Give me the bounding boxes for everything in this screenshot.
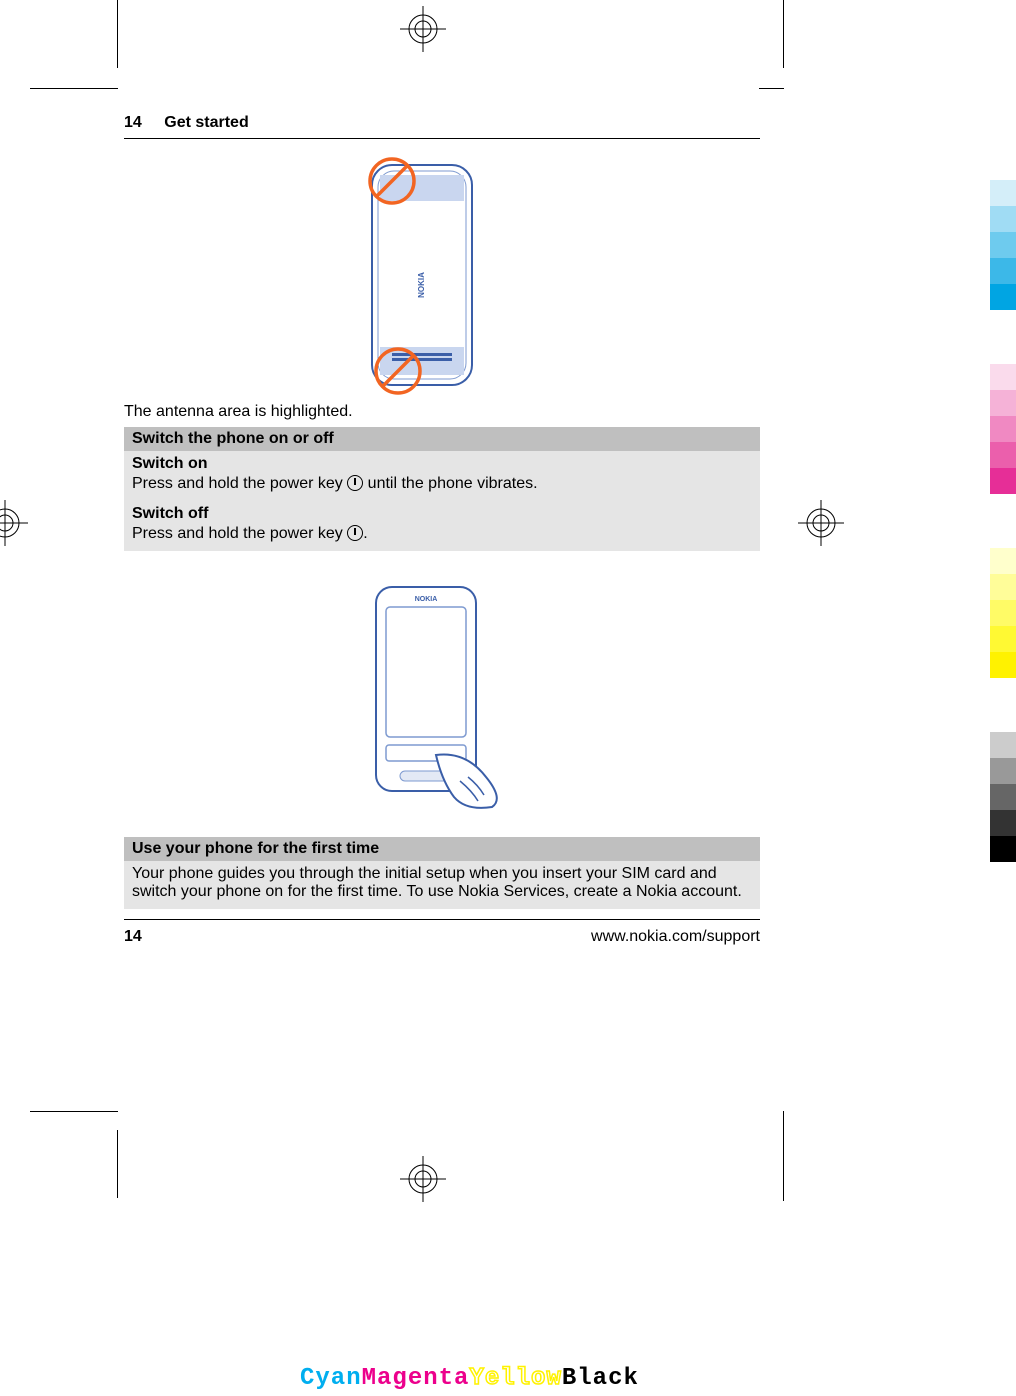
antenna-diagram: NOKIA bbox=[362, 155, 482, 395]
power-icon bbox=[347, 525, 363, 541]
yellow-label: Yellow bbox=[469, 1365, 561, 1392]
switch-on-block: Switch on Press and hold the power key u… bbox=[124, 451, 760, 501]
color-swatch bbox=[990, 600, 1016, 626]
switch-off-text-before: Press and hold the power key bbox=[132, 525, 347, 542]
color-swatch bbox=[990, 732, 1016, 758]
crop-mark bbox=[30, 88, 118, 89]
switch-off-block: Switch off Press and hold the power key … bbox=[124, 501, 760, 551]
phone-touch-diagram: NOKIA bbox=[346, 581, 516, 811]
svg-text:NOKIA: NOKIA bbox=[415, 596, 438, 603]
color-swatch bbox=[990, 180, 1016, 206]
switch-on-text-after: until the phone vibrates. bbox=[363, 475, 537, 492]
footer-page-number: 14 bbox=[124, 928, 142, 946]
cyan-label: Cyan bbox=[300, 1365, 362, 1392]
crop-mark bbox=[117, 1130, 118, 1198]
color-swatch bbox=[990, 468, 1016, 494]
crop-mark bbox=[117, 0, 118, 68]
color-calibration-bars bbox=[990, 180, 1016, 862]
section-first-time-title: Use your phone for the first time bbox=[124, 837, 760, 861]
power-icon bbox=[347, 475, 363, 491]
svg-text:NOKIA: NOKIA bbox=[417, 272, 426, 298]
color-swatch bbox=[990, 258, 1016, 284]
page-header: 14 Get started bbox=[124, 114, 760, 139]
section-switch-title: Switch the phone on or off bbox=[124, 427, 760, 451]
black-label: Black bbox=[562, 1365, 639, 1392]
crop-mark bbox=[783, 0, 784, 68]
switch-on-text-before: Press and hold the power key bbox=[132, 475, 347, 492]
color-swatch bbox=[990, 442, 1016, 468]
color-swatch bbox=[990, 548, 1016, 574]
color-swatch bbox=[990, 652, 1016, 678]
switch-on-title: Switch on bbox=[132, 455, 752, 473]
registration-mark-icon bbox=[0, 500, 28, 546]
color-swatch bbox=[990, 810, 1016, 836]
color-swatch bbox=[990, 836, 1016, 862]
page-content: 14 Get started NOKIA The antenna area is… bbox=[124, 114, 760, 946]
header-page-number: 14 bbox=[124, 114, 142, 131]
color-swatch bbox=[990, 364, 1016, 390]
color-swatch bbox=[990, 626, 1016, 652]
color-swatch bbox=[990, 284, 1016, 310]
registration-mark-icon bbox=[798, 500, 844, 546]
color-swatch bbox=[990, 232, 1016, 258]
page-footer: 14 www.nokia.com/support bbox=[124, 919, 760, 946]
magenta-label: Magenta bbox=[362, 1365, 470, 1392]
color-swatch bbox=[990, 206, 1016, 232]
crop-mark bbox=[30, 1111, 118, 1112]
color-swatch bbox=[990, 416, 1016, 442]
cmyk-label: CyanMagentaYellowBlack bbox=[300, 1365, 639, 1392]
header-title: Get started bbox=[164, 114, 248, 131]
color-swatch bbox=[990, 574, 1016, 600]
antenna-caption: The antenna area is highlighted. bbox=[124, 403, 760, 421]
crop-mark bbox=[783, 1111, 784, 1201]
first-time-body: Your phone guides you through the initia… bbox=[124, 861, 760, 909]
color-swatch bbox=[990, 390, 1016, 416]
color-swatch bbox=[990, 758, 1016, 784]
registration-mark-icon bbox=[400, 6, 446, 52]
color-swatch bbox=[990, 784, 1016, 810]
switch-off-title: Switch off bbox=[132, 505, 752, 523]
footer-url: www.nokia.com/support bbox=[591, 928, 760, 946]
switch-off-text-after: . bbox=[363, 525, 367, 542]
registration-mark-icon bbox=[400, 1156, 446, 1202]
crop-mark bbox=[759, 88, 784, 89]
